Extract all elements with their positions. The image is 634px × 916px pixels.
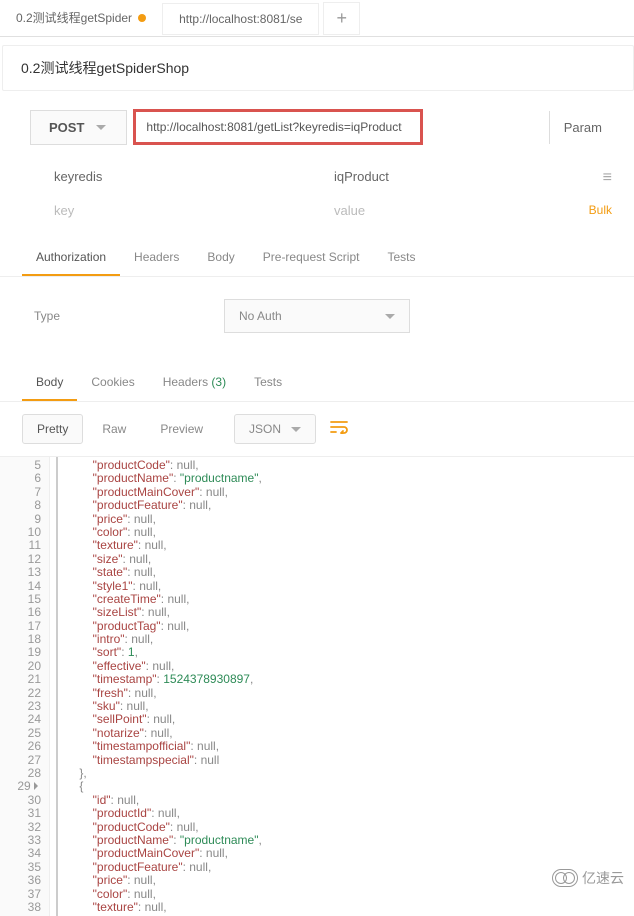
bulk-edit-link[interactable]: Bulk xyxy=(589,203,612,218)
resp-tab-headers-label: Headers xyxy=(163,375,208,389)
response-code-view[interactable]: 5678910111213141516171819202122232425262… xyxy=(0,456,634,916)
tab-prerequest[interactable]: Pre-request Script xyxy=(249,240,374,276)
auth-type-value: No Auth xyxy=(239,309,282,323)
body-toolbar: Pretty Raw Preview JSON xyxy=(0,402,634,456)
param-row-empty[interactable]: key value Bulk xyxy=(54,195,612,226)
unsaved-dot-icon xyxy=(138,14,146,22)
param-value-placeholder[interactable]: value xyxy=(334,203,589,218)
auth-type-label: Type xyxy=(34,309,224,323)
watermark-icon xyxy=(552,869,578,887)
request-row: POST Param xyxy=(0,91,634,155)
resp-tab-cookies[interactable]: Cookies xyxy=(77,365,148,401)
body-format-select[interactable]: JSON xyxy=(234,414,316,444)
param-value[interactable]: iqProduct xyxy=(334,169,603,187)
body-format-label: JSON xyxy=(249,422,281,436)
url-input[interactable] xyxy=(136,112,420,142)
http-method-label: POST xyxy=(49,120,84,135)
auth-section: Type No Auth xyxy=(0,277,634,355)
params-button[interactable]: Param xyxy=(549,111,616,144)
url-highlight-box xyxy=(133,109,423,145)
param-row[interactable]: keyredis iqProduct ≡ xyxy=(54,161,612,195)
params-editor: keyredis iqProduct ≡ key value Bulk xyxy=(0,155,634,232)
headers-count: (3) xyxy=(211,375,226,389)
line-wrap-icon[interactable] xyxy=(330,420,348,439)
watermark-text: 亿速云 xyxy=(582,868,624,888)
tab-active-label: 0.2测试线程getSpider xyxy=(16,9,132,26)
resp-tab-body[interactable]: Body xyxy=(22,365,77,401)
preview-button[interactable]: Preview xyxy=(145,414,218,444)
param-key[interactable]: keyredis xyxy=(54,169,334,187)
chevron-down-icon xyxy=(385,314,395,319)
tab-authorization[interactable]: Authorization xyxy=(22,240,120,276)
auth-type-select[interactable]: No Auth xyxy=(224,299,410,333)
tab-add-button[interactable]: + xyxy=(323,2,360,35)
tab-body[interactable]: Body xyxy=(193,240,248,276)
tab-tests[interactable]: Tests xyxy=(373,240,429,276)
resp-tab-tests[interactable]: Tests xyxy=(240,365,296,401)
code-content[interactable]: "productCode": null, "productName": "pro… xyxy=(56,457,634,916)
param-key-placeholder[interactable]: key xyxy=(54,203,334,218)
param-menu-icon[interactable]: ≡ xyxy=(603,169,612,187)
top-tabs-bar: 0.2测试线程getSpider http://localhost:8081/s… xyxy=(0,1,634,37)
chevron-down-icon xyxy=(96,125,106,130)
tab-inactive[interactable]: http://localhost:8081/se xyxy=(162,3,319,35)
resp-tab-headers[interactable]: Headers (3) xyxy=(149,365,240,401)
pretty-button[interactable]: Pretty xyxy=(22,414,83,444)
chevron-down-icon xyxy=(291,427,301,432)
watermark: 亿速云 xyxy=(552,868,624,888)
tab-inactive-label: http://localhost:8081/se xyxy=(179,12,302,26)
http-method-select[interactable]: POST xyxy=(30,110,127,145)
response-tabs: Body Cookies Headers (3) Tests xyxy=(0,365,634,402)
request-title[interactable]: 0.2测试线程getSpiderShop xyxy=(2,45,634,91)
line-gutter: 5678910111213141516171819202122232425262… xyxy=(0,457,50,916)
request-tabs: Authorization Headers Body Pre-request S… xyxy=(0,240,634,277)
tab-headers[interactable]: Headers xyxy=(120,240,193,276)
tab-active[interactable]: 0.2测试线程getSpider xyxy=(0,1,162,36)
raw-button[interactable]: Raw xyxy=(87,414,141,444)
